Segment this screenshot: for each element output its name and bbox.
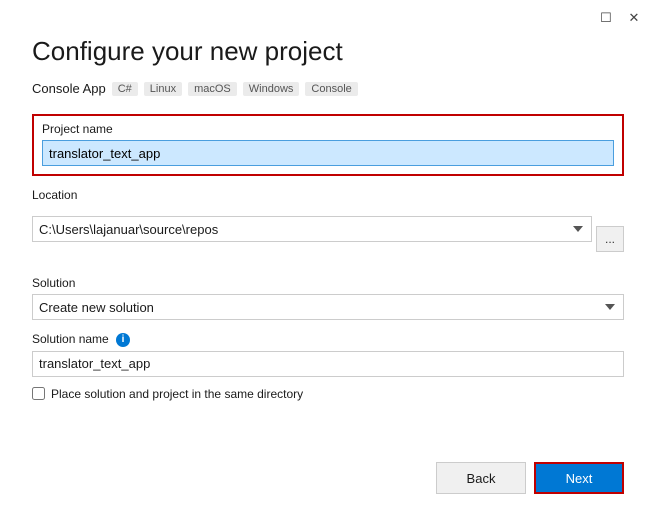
same-directory-label: Place solution and project in the same d… (51, 387, 303, 401)
tag-linux: Linux (144, 82, 182, 96)
location-row: C:\Users\lajanuar\source\repos ... (32, 206, 624, 252)
tag-csharp: C# (112, 82, 138, 96)
tag-console: Console (305, 82, 357, 96)
same-directory-checkbox[interactable] (32, 387, 45, 400)
subtitle-row: Console App C# Linux macOS Windows Conso… (32, 81, 624, 96)
project-name-input[interactable] (42, 140, 614, 166)
project-name-group: Project name (32, 114, 624, 176)
solution-name-input[interactable] (32, 351, 624, 377)
location-wrapper: Location C:\Users\lajanuar\source\repos … (32, 188, 624, 264)
tag-macos: macOS (188, 82, 237, 96)
tag-windows: Windows (243, 82, 300, 96)
solution-label: Solution (32, 276, 624, 290)
browse-button[interactable]: ... (596, 226, 624, 252)
next-button[interactable]: Next (534, 462, 624, 494)
solution-name-wrapper: Solution name i (32, 332, 624, 377)
solution-name-label: Solution name i (32, 332, 624, 347)
button-row: Back Next (32, 462, 624, 494)
title-bar: ☐ ✕ (596, 8, 644, 28)
info-icon[interactable]: i (116, 333, 130, 347)
solution-select[interactable]: Create new solution (32, 294, 624, 320)
back-button[interactable]: Back (436, 462, 526, 494)
page-title: Configure your new project (32, 36, 624, 67)
location-group: C:\Users\lajanuar\source\repos (32, 216, 592, 242)
minimize-button[interactable]: ☐ (596, 8, 616, 28)
same-directory-row: Place solution and project in the same d… (32, 387, 624, 401)
app-type-label: Console App (32, 81, 106, 96)
location-select[interactable]: C:\Users\lajanuar\source\repos (32, 216, 592, 242)
close-button[interactable]: ✕ (624, 8, 644, 28)
solution-wrapper: Solution Create new solution (32, 276, 624, 320)
location-label: Location (32, 188, 624, 202)
configure-project-dialog: ☐ ✕ Configure your new project Console A… (0, 0, 656, 518)
project-name-label: Project name (42, 122, 614, 136)
